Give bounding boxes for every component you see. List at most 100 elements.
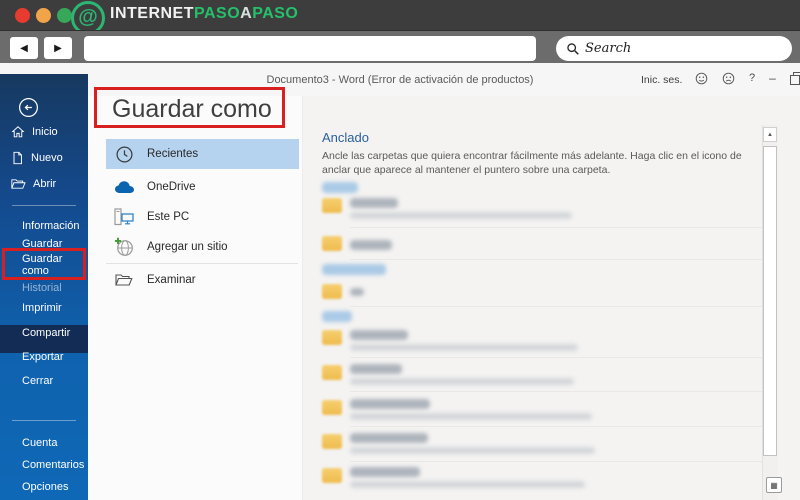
folder-name-redacted bbox=[350, 288, 364, 296]
sidebar-item-label: Abrir bbox=[33, 178, 57, 190]
folder-group-header bbox=[322, 264, 386, 275]
place-este-pc[interactable]: Este PC bbox=[106, 202, 299, 232]
sidebar-item-compartir[interactable]: Compartir bbox=[0, 323, 88, 343]
folder-path-redacted bbox=[350, 378, 574, 385]
folder-icon bbox=[322, 468, 342, 483]
row-divider bbox=[350, 306, 772, 307]
sidebar-item-cuenta[interactable]: Cuenta bbox=[0, 433, 88, 453]
pinned-section-description: Ancle las carpetas que quiera encontrar … bbox=[322, 150, 742, 176]
place-label: OneDrive bbox=[147, 181, 196, 193]
sidebar-divider bbox=[12, 205, 76, 206]
logo-word-paso1: PASO bbox=[194, 5, 241, 22]
folder-name-redacted bbox=[350, 364, 402, 374]
sidebar-item-exportar[interactable]: Exportar bbox=[0, 347, 88, 367]
zoom-traffic-light[interactable] bbox=[57, 8, 72, 23]
folder-name-redacted bbox=[350, 240, 392, 250]
sidebar-item-label: Compartir bbox=[22, 327, 71, 339]
places-divider bbox=[106, 263, 298, 264]
folder-icon bbox=[322, 330, 342, 345]
sidebar-item-opciones[interactable]: Opciones bbox=[0, 477, 88, 497]
place-label: Agregar un sitio bbox=[147, 241, 228, 253]
folder-icon bbox=[322, 284, 342, 299]
sidebar-item-cerrar[interactable]: Cerrar bbox=[0, 371, 88, 391]
folder-name-redacted bbox=[350, 399, 430, 409]
browser-search-box[interactable]: Search bbox=[556, 36, 792, 61]
place-label: Examinar bbox=[147, 274, 196, 286]
folder-icon bbox=[322, 400, 342, 415]
browser-forward-button[interactable]: ▶ bbox=[44, 37, 72, 59]
row-divider bbox=[350, 357, 772, 358]
frown-feedback-icon[interactable] bbox=[722, 72, 735, 85]
folder-group-header bbox=[322, 311, 352, 322]
close-traffic-light[interactable] bbox=[15, 8, 30, 23]
word-window-controls: ? – bbox=[695, 71, 800, 85]
sidebar-item-nuevo[interactable]: Nuevo bbox=[0, 148, 88, 168]
row-divider bbox=[350, 461, 772, 462]
restore-window-button[interactable] bbox=[789, 71, 800, 85]
browse-folder-icon bbox=[113, 273, 135, 287]
place-agregar-un-sitio[interactable]: Agregar un sitio bbox=[106, 232, 299, 262]
screenshot-root: @ INTERNETPASOAPASO ◀ ▶ Search Documento… bbox=[0, 0, 800, 500]
row-divider bbox=[350, 426, 772, 427]
place-label: Recientes bbox=[147, 148, 199, 160]
folder-name-redacted bbox=[350, 198, 398, 208]
row-divider bbox=[350, 227, 772, 228]
scrollbar-up-arrow[interactable]: ▲ bbox=[763, 127, 777, 142]
folder-name-redacted bbox=[350, 467, 420, 477]
logo-word-a: A bbox=[240, 5, 253, 22]
pinned-section-title: Anclado bbox=[322, 130, 369, 145]
open-folder-icon bbox=[11, 178, 26, 190]
this-pc-icon bbox=[113, 208, 135, 226]
minimize-traffic-light[interactable] bbox=[36, 8, 51, 23]
sidebar-item-informacion[interactable]: Información bbox=[0, 216, 88, 236]
sidebar-item-label: Nuevo bbox=[31, 152, 63, 164]
place-recientes[interactable]: Recientes bbox=[106, 139, 299, 169]
folder-path-redacted bbox=[350, 481, 585, 488]
folder-name-redacted bbox=[350, 330, 408, 340]
sidebar-item-label: Imprimir bbox=[22, 302, 62, 314]
sidebar-item-label: Exportar bbox=[22, 351, 64, 363]
browser-back-button[interactable]: ◀ bbox=[10, 37, 38, 59]
sidebar-item-imprimir[interactable]: Imprimir bbox=[0, 298, 88, 318]
sidebar-item-inicio[interactable]: Inicio bbox=[0, 122, 88, 142]
scrollbar-thumb[interactable] bbox=[763, 146, 777, 456]
annotation-box-sidebar-guardar-como bbox=[2, 248, 86, 280]
back-button[interactable] bbox=[18, 97, 39, 118]
home-icon bbox=[11, 125, 25, 139]
folder-icon bbox=[322, 236, 342, 251]
sidebar-item-comentarios[interactable]: Comentarios bbox=[0, 455, 88, 475]
sidebar-item-label: Comentarios bbox=[22, 459, 85, 471]
place-examinar[interactable]: Examinar bbox=[106, 265, 299, 295]
address-bar-input[interactable] bbox=[84, 36, 536, 61]
bottom-right-mini-button[interactable]: ▦ bbox=[766, 477, 782, 493]
back-arrow-icon bbox=[19, 98, 38, 117]
backstage-sidebar: Inicio Nuevo Abrir Información Guardar G… bbox=[0, 74, 88, 500]
page-title: Guardar como bbox=[112, 95, 272, 123]
folder-path-redacted bbox=[350, 413, 592, 420]
place-label: Este PC bbox=[147, 211, 190, 223]
place-onedrive[interactable]: OneDrive bbox=[106, 172, 299, 202]
sidebar-item-label: Inicio bbox=[32, 126, 58, 138]
sidebar-item-label: Opciones bbox=[22, 481, 69, 493]
add-site-globe-icon bbox=[113, 237, 135, 257]
folder-path-redacted bbox=[350, 212, 572, 219]
sign-in-link[interactable]: Inic. ses. bbox=[641, 74, 682, 86]
browser-titlebar: @ INTERNETPASOAPASO bbox=[0, 0, 800, 35]
smiley-feedback-icon[interactable] bbox=[695, 72, 708, 85]
row-divider bbox=[350, 391, 772, 392]
folder-group-header bbox=[322, 182, 358, 193]
sidebar-item-historial: Historial bbox=[0, 278, 88, 298]
help-button[interactable]: ? bbox=[749, 72, 755, 84]
sidebar-item-abrir[interactable]: Abrir bbox=[0, 174, 88, 194]
sidebar-divider bbox=[12, 420, 76, 421]
search-placeholder: Search bbox=[585, 41, 632, 56]
site-logo-text: INTERNETPASOAPASO bbox=[110, 5, 298, 23]
folder-icon bbox=[322, 365, 342, 380]
folder-name-redacted bbox=[350, 433, 428, 443]
sidebar-item-label: Cuenta bbox=[22, 437, 58, 449]
search-icon bbox=[567, 42, 579, 55]
sidebar-item-label: Historial bbox=[22, 282, 62, 294]
sidebar-item-label: Cerrar bbox=[22, 375, 54, 387]
minimize-button[interactable]: – bbox=[769, 71, 776, 85]
folder-path-redacted bbox=[350, 344, 578, 351]
